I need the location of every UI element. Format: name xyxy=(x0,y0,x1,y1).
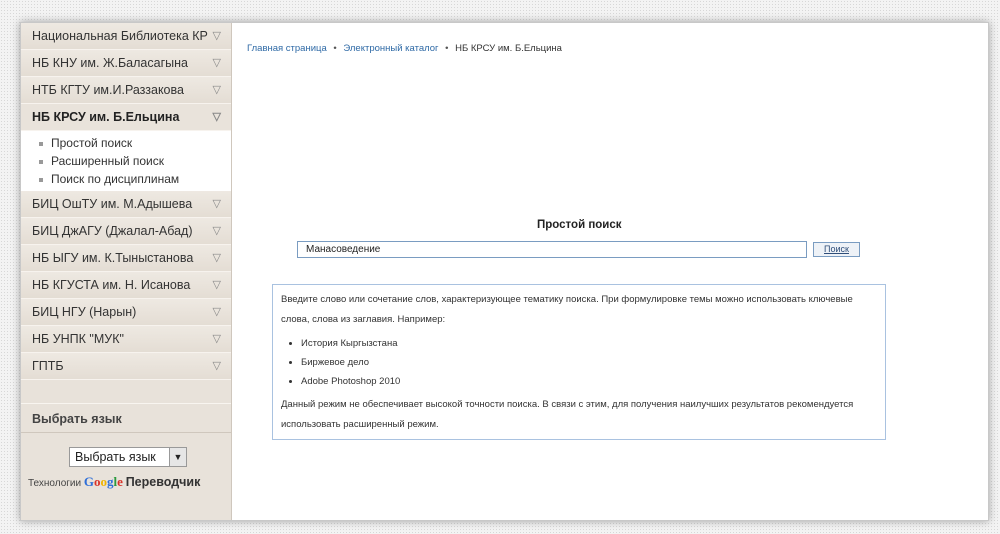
chevron-down-icon: ▽ xyxy=(212,360,221,372)
submenu-simple-search[interactable]: Простой поиск xyxy=(21,134,231,152)
breadcrumb: Главная страница • Электронный каталог •… xyxy=(247,43,562,54)
sidebar-item-label: НБ КРСУ им. Б.Ельцина xyxy=(32,110,180,124)
sidebar-item-unpk-muk[interactable]: НБ УНПК "МУК" ▽ xyxy=(21,326,231,353)
sidebar-item-kgtu[interactable]: НТБ КГТУ им.И.Раззакова ▽ xyxy=(21,77,231,104)
sidebar-item-label: НБ КНУ им. Ж.Баласагына xyxy=(32,56,188,70)
sidebar-item-ygu[interactable]: НБ ЫГУ им. К.Тыныстанова ▽ xyxy=(21,245,231,272)
submenu-discipline-search[interactable]: Поиск по дисциплинам xyxy=(21,170,231,188)
google-logo[interactable]: Google xyxy=(84,474,123,489)
powered-prefix: Технологии xyxy=(28,478,82,489)
chevron-down-icon: ▽ xyxy=(212,57,221,69)
sidebar-item-label: ГПТБ xyxy=(32,359,64,373)
chevron-down-icon: ▽ xyxy=(212,279,221,291)
krsu-submenu: Простой поиск Расширенный поиск Поиск по… xyxy=(21,131,231,191)
sidebar-item-label: БИЦ НГУ (Нарын) xyxy=(32,305,137,319)
sidebar-item-label: БИЦ ДжАГУ (Джалал-Абад) xyxy=(32,224,193,238)
search-button[interactable]: Поиск xyxy=(813,242,860,257)
submenu-label: Поиск по дисциплинам xyxy=(51,172,180,186)
sidebar-item-label: НТБ КГТУ им.И.Раззакова xyxy=(32,83,184,97)
submenu-advanced-search[interactable]: Расширенный поиск xyxy=(21,152,231,170)
sidebar: Национальная Библиотека КР ▽ НБ КНУ им. Ж… xyxy=(21,23,232,520)
sidebar-item-kgusta[interactable]: НБ КГУСТА им. Н. Исанова ▽ xyxy=(21,272,231,299)
sidebar-item-label: НБ ЫГУ им. К.Тыныстанова xyxy=(32,251,194,265)
language-select-value: Выбрать язык xyxy=(75,450,156,464)
sidebar-item-dzhagu[interactable]: БИЦ ДжАГУ (Джалал-Абад) ▽ xyxy=(21,218,231,245)
sidebar-item-oshtu[interactable]: БИЦ ОшТУ им. М.Адышева ▽ xyxy=(21,191,231,218)
submenu-label: Расширенный поиск xyxy=(51,154,164,168)
sidebar-item-national-library[interactable]: Национальная Библиотека КР ▽ xyxy=(21,23,231,50)
chevron-down-icon: ▽ xyxy=(212,30,221,42)
breadcrumb-home-link[interactable]: Главная страница xyxy=(247,43,327,54)
help-intro: Введите слово или сочетание слов, характ… xyxy=(281,294,853,325)
chevron-down-icon: ▽ xyxy=(212,84,221,96)
list-item: Adobe Photoshop 2010 xyxy=(301,372,877,391)
language-header: Выбрать язык xyxy=(21,403,231,433)
breadcrumb-separator: • xyxy=(333,43,337,54)
list-item: История Кыргызстана xyxy=(301,334,877,353)
language-select[interactable]: Выбрать язык ▼ xyxy=(69,447,187,467)
sidebar-item-label: БИЦ ОшТУ им. М.Адышева xyxy=(32,197,193,211)
search-help-box: Введите слово или сочетание слов, характ… xyxy=(272,284,886,440)
sidebar-item-label: Национальная Библиотека КР xyxy=(32,29,208,43)
breadcrumb-catalog-link[interactable]: Электронный каталог xyxy=(343,43,438,54)
bullet-icon xyxy=(39,177,43,182)
chevron-down-icon: ▽ xyxy=(212,111,221,123)
search-title: Простой поиск xyxy=(537,219,622,231)
sidebar-item-ngu[interactable]: БИЦ НГУ (Нарын) ▽ xyxy=(21,299,231,326)
breadcrumb-current: НБ КРСУ им. Б.Ельцина xyxy=(455,43,562,54)
search-input[interactable]: Манасоведение xyxy=(297,241,807,258)
bullet-icon xyxy=(39,141,43,146)
chevron-down-icon: ▽ xyxy=(212,306,221,318)
help-note: Данный режим не обеспечивает высокой точ… xyxy=(281,399,854,430)
sidebar-item-krsu[interactable]: НБ КРСУ им. Б.Ельцина ▽ xyxy=(21,104,231,131)
sidebar-item-knu[interactable]: НБ КНУ им. Ж.Баласагына ▽ xyxy=(21,50,231,77)
submenu-label: Простой поиск xyxy=(51,136,133,150)
chevron-down-icon: ▽ xyxy=(212,225,221,237)
chevron-down-icon: ▽ xyxy=(212,333,221,345)
breadcrumb-separator: • xyxy=(445,43,449,54)
sidebar-item-label: НБ КГУСТА им. Н. Исанова xyxy=(32,278,191,292)
chevron-down-icon: ▽ xyxy=(212,252,221,264)
examples-list: История Кыргызстана Биржевое дело Adobe … xyxy=(291,334,877,391)
dropdown-arrow-icon[interactable]: ▼ xyxy=(169,448,186,466)
sidebar-item-gptb[interactable]: ГПТБ ▽ xyxy=(21,353,231,380)
list-item: Биржевое дело xyxy=(301,353,877,372)
bullet-icon xyxy=(39,159,43,164)
sidebar-item-label: НБ УНПК "МУК" xyxy=(32,332,124,346)
chevron-down-icon: ▽ xyxy=(212,198,221,210)
translator-label: Переводчик xyxy=(125,475,201,489)
google-translate-credit: Технологии Google Переводчик xyxy=(28,474,200,490)
browser-frame: Национальная Библиотека КР ▽ НБ КНУ им. Ж… xyxy=(20,22,989,521)
main-content: Главная страница • Электронный каталог •… xyxy=(232,23,988,520)
